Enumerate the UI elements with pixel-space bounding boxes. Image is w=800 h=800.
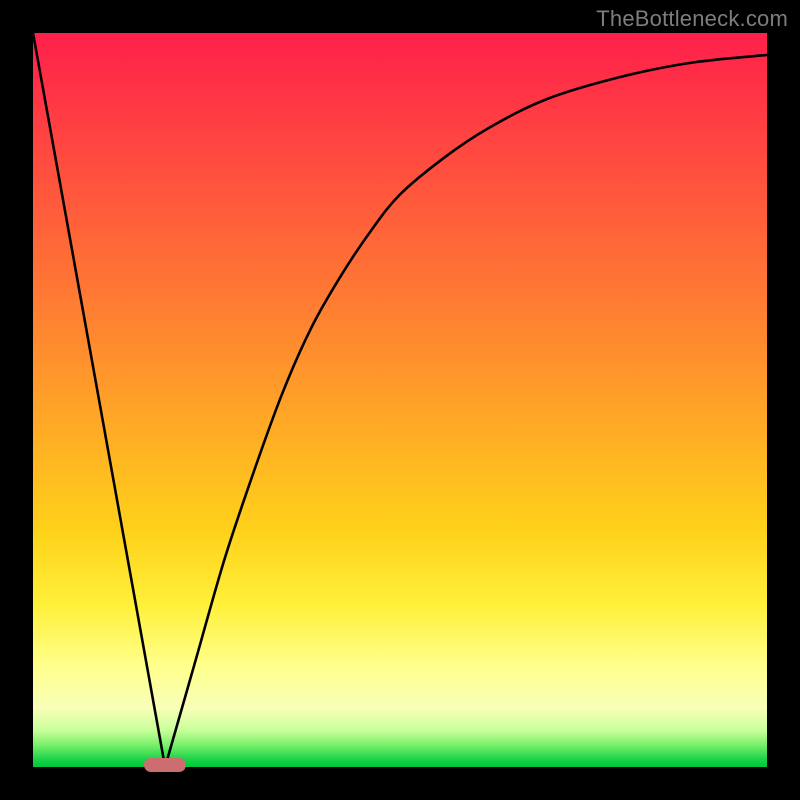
chart-frame: TheBottleneck.com [0,0,800,800]
plot-area [33,33,767,767]
watermark-text: TheBottleneck.com [596,6,788,32]
curve-layer [33,33,767,767]
curve-left-descent [33,33,165,767]
curve-right-ascent [165,55,767,767]
vertex-marker [144,758,186,772]
